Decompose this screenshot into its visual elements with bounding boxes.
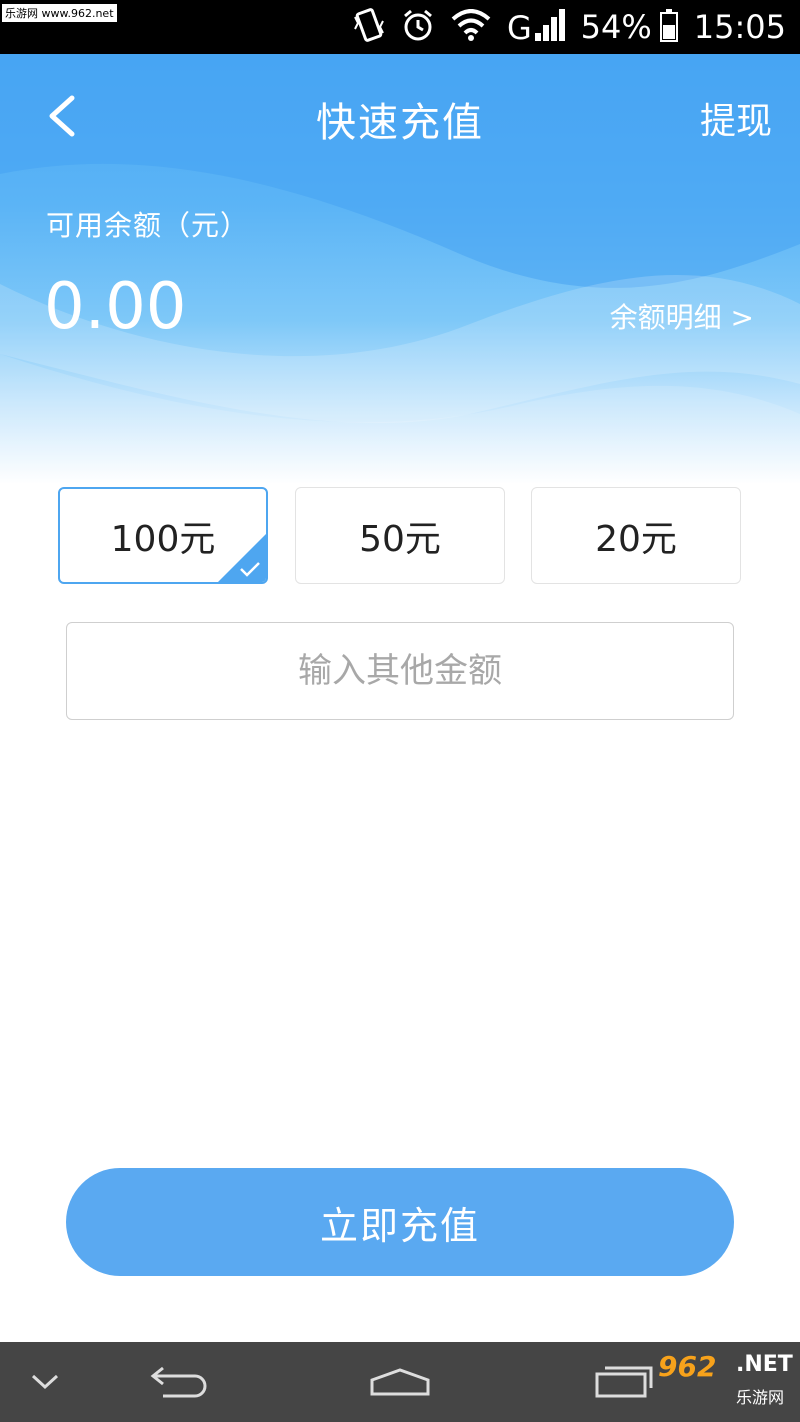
system-nav-bar: 962 .NET 乐游网 [0, 1342, 800, 1422]
logo-net: .NET [736, 1352, 793, 1377]
other-amount-input[interactable] [66, 622, 734, 720]
site-logo: 962 .NET 乐游网 [658, 1350, 794, 1416]
watermark-text: 乐游网 www.962.net [2, 4, 117, 22]
hide-keyboard-button[interactable] [20, 1342, 70, 1422]
svg-text:G: G [507, 9, 532, 43]
nav-recents-button[interactable] [584, 1342, 664, 1422]
battery-percent: 54% [580, 8, 652, 46]
vibrate-icon [353, 7, 385, 47]
nav-back-button[interactable] [140, 1342, 220, 1422]
clock: 15:05 [693, 8, 786, 46]
wifi-icon [451, 9, 491, 45]
amount-option-20[interactable]: 20元 [531, 487, 741, 584]
back-arrow-icon [150, 1366, 207, 1398]
balance-value: 0.00 [44, 270, 187, 344]
page-title: 快速充值 [316, 100, 484, 146]
check-icon [240, 562, 260, 577]
signal-icon: G [507, 7, 565, 47]
amount-option-50[interactable]: 50元 [295, 487, 505, 584]
amount-option-label: 20元 [595, 518, 677, 560]
amount-option-label: 100元 [110, 518, 216, 560]
recents-icon [595, 1366, 653, 1398]
balance-detail-link[interactable]: 余额明细 > [610, 296, 754, 336]
status-icons: G 54% 15:05 [353, 0, 786, 54]
balance-label: 可用余额（元） [46, 209, 250, 242]
status-bar: 乐游网 www.962.net G 54% 15:05 [0, 0, 800, 54]
withdraw-button[interactable]: 提现 [700, 92, 772, 144]
recharge-button[interactable]: 立即充值 [66, 1168, 734, 1276]
home-icon [370, 1368, 430, 1396]
logo-number: 962 [658, 1350, 717, 1383]
alarm-icon [401, 8, 435, 46]
logo-name: 乐游网 [736, 1388, 785, 1407]
amount-option-label: 50元 [359, 518, 441, 560]
chevron-down-icon [31, 1374, 59, 1390]
battery-icon [659, 9, 678, 42]
amount-option-100[interactable]: 100元 [58, 487, 268, 584]
nav-home-button[interactable] [360, 1342, 440, 1422]
top-nav: 快速充值 提现 [0, 54, 800, 178]
